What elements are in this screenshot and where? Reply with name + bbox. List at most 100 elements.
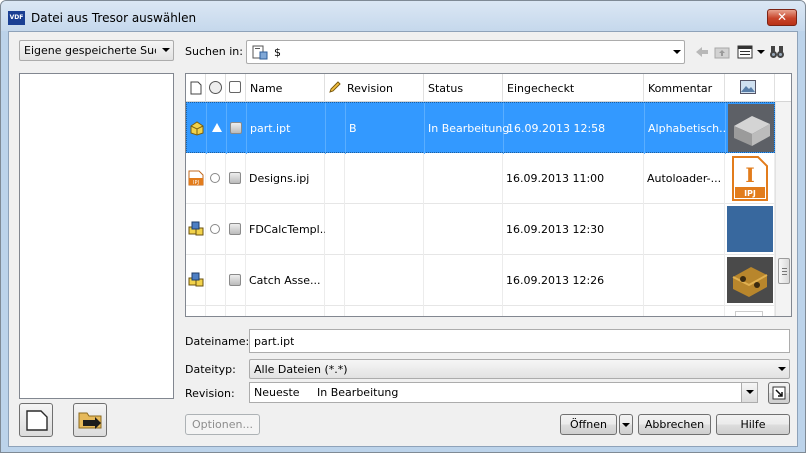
status-cell: In Bearbeitung bbox=[425, 103, 509, 154]
chevron-down-icon bbox=[778, 367, 786, 371]
thumb-letter: I bbox=[745, 163, 754, 187]
checkbox[interactable] bbox=[229, 172, 241, 184]
saved-search-list[interactable] bbox=[19, 73, 174, 399]
comment-cell bbox=[644, 255, 725, 306]
close-button[interactable]: ✕ bbox=[767, 9, 797, 26]
help-button[interactable]: Hilfe bbox=[716, 414, 790, 435]
checkbox[interactable] bbox=[229, 223, 241, 235]
grid-header: Name Revision Status Eingecheckt Komment… bbox=[186, 74, 791, 102]
revision-label: Revision: bbox=[185, 387, 235, 400]
filetype-dropdown[interactable]: Alle Dateien (*.*) bbox=[249, 359, 790, 379]
state-circle-icon bbox=[209, 81, 222, 94]
comment-cell: Alphabetisch... bbox=[645, 103, 726, 154]
pencil-icon bbox=[329, 81, 341, 93]
header-checked-in[interactable]: Eingecheckt bbox=[503, 74, 644, 102]
search-in-dropdown[interactable]: $ bbox=[246, 40, 685, 64]
up-folder-icon[interactable] bbox=[714, 44, 730, 60]
new-search-button[interactable] bbox=[19, 403, 53, 437]
header-thumbnail[interactable] bbox=[725, 74, 775, 102]
revision-cell bbox=[326, 103, 346, 154]
vault-folder-icon bbox=[252, 45, 268, 60]
check-cell[interactable] bbox=[226, 153, 246, 204]
header-file-column[interactable] bbox=[186, 74, 206, 102]
folder-open-icon bbox=[78, 412, 102, 429]
check-cell[interactable] bbox=[226, 204, 246, 255]
options-button[interactable]: Optionen... bbox=[185, 414, 260, 435]
name-cell: Catch Asse... bbox=[246, 255, 325, 306]
blue-thumbnail bbox=[727, 206, 773, 252]
image-icon bbox=[740, 80, 756, 94]
binoculars-icon[interactable] bbox=[769, 44, 785, 60]
checked-in-cell: 16.09.2013 12:58 bbox=[504, 103, 645, 154]
view-menu-icon[interactable] bbox=[737, 44, 753, 60]
header-revision[interactable]: Revision bbox=[325, 74, 424, 102]
file-type-cell: IPJ bbox=[186, 153, 206, 204]
partial-thumbnail bbox=[735, 311, 763, 316]
select-arrow-icon bbox=[772, 386, 786, 400]
open-button[interactable]: Öffnen bbox=[560, 414, 617, 435]
thumbnail-cell bbox=[725, 204, 775, 255]
header-comment[interactable]: Kommentar bbox=[644, 74, 725, 102]
file-type-cell bbox=[187, 103, 207, 154]
assembly-file-icon bbox=[188, 272, 204, 287]
name-cell: part.ipt bbox=[247, 103, 326, 154]
status-cell bbox=[424, 255, 503, 306]
header-state-column[interactable] bbox=[206, 74, 226, 102]
thumbnail-cell bbox=[725, 255, 775, 306]
checked-in-cell: 16.09.2013 12:30 bbox=[503, 204, 644, 255]
table-row[interactable]: IPJ Designs.ipj 16.09.2013 11:00 Autoloa… bbox=[186, 153, 775, 204]
assembly-file-icon bbox=[188, 221, 204, 236]
new-document-icon bbox=[26, 410, 48, 431]
filename-input[interactable]: part.ipt bbox=[249, 329, 790, 353]
revision-cell bbox=[325, 255, 345, 306]
chevron-down-icon bbox=[622, 423, 630, 427]
table-row[interactable]: part.ipt B In Bearbeitung 16.09.2013 12:… bbox=[186, 102, 776, 154]
view-dropdown-arrow-icon[interactable] bbox=[757, 50, 765, 54]
revision-value-cell bbox=[345, 255, 424, 306]
checkbox[interactable] bbox=[230, 122, 242, 134]
table-row[interactable]: Catch Asse... 16.09.2013 12:26 bbox=[186, 255, 775, 306]
dialog-window: VDF Datei aus Tresor auswählen ✕ Eigene … bbox=[0, 0, 806, 453]
revision-cell bbox=[325, 204, 345, 255]
part-file-icon bbox=[190, 121, 204, 136]
title-bar[interactable]: VDF Datei aus Tresor auswählen ✕ bbox=[1, 1, 805, 31]
file-list-grid[interactable]: Name Revision Status Eingecheckt Komment… bbox=[185, 73, 792, 317]
comment-cell bbox=[644, 204, 725, 255]
state-cell bbox=[206, 255, 226, 306]
header-name[interactable]: Name bbox=[246, 74, 325, 102]
revision-dropdown[interactable]: Neueste In Bearbeitung bbox=[249, 382, 758, 403]
status-cell bbox=[424, 204, 503, 255]
state-cell bbox=[206, 153, 226, 204]
state-circle-icon bbox=[210, 224, 220, 234]
table-row[interactable]: FDCalcTempl... 16.09.2013 12:30 bbox=[186, 204, 775, 255]
saved-searches-dropdown[interactable]: Eigene gespeicherte Suchvo bbox=[19, 40, 174, 61]
cancel-button[interactable]: Abbrechen bbox=[638, 414, 711, 435]
header-check-column[interactable] bbox=[226, 74, 246, 102]
back-arrow-icon[interactable] bbox=[694, 44, 710, 60]
revision-value-cell: B bbox=[346, 103, 425, 154]
dialog-client-area: Eigene gespeicherte Suchvo Suchen in: $ bbox=[8, 31, 798, 447]
scrollbar-thumb[interactable] bbox=[778, 258, 790, 284]
comment-cell: Autoloader-... bbox=[644, 153, 725, 204]
revision-dropdown-button[interactable] bbox=[741, 383, 757, 402]
check-cell bbox=[226, 306, 246, 316]
revision-value-cell bbox=[345, 306, 424, 316]
checkbox-icon bbox=[229, 81, 241, 93]
table-row[interactable] bbox=[186, 306, 775, 316]
thumbnail-cell: I IPJ bbox=[725, 153, 775, 204]
revision-cell bbox=[325, 153, 345, 204]
header-status[interactable]: Status bbox=[424, 74, 503, 102]
file-type-cell bbox=[186, 255, 206, 306]
ipj-file-icon: IPJ bbox=[188, 170, 204, 186]
check-cell[interactable] bbox=[227, 103, 247, 154]
revision-picker-button[interactable] bbox=[768, 382, 790, 404]
chevron-down-icon bbox=[746, 390, 754, 394]
open-options-dropdown-button[interactable] bbox=[619, 414, 633, 435]
open-search-button[interactable] bbox=[73, 403, 107, 437]
check-cell[interactable] bbox=[226, 255, 246, 306]
vertical-scrollbar[interactable] bbox=[775, 102, 791, 316]
filetype-label: Dateityp: bbox=[185, 363, 236, 376]
checkbox[interactable] bbox=[229, 274, 241, 286]
thumbnail-cell bbox=[725, 306, 775, 316]
catch-assembly-thumbnail bbox=[727, 257, 773, 303]
